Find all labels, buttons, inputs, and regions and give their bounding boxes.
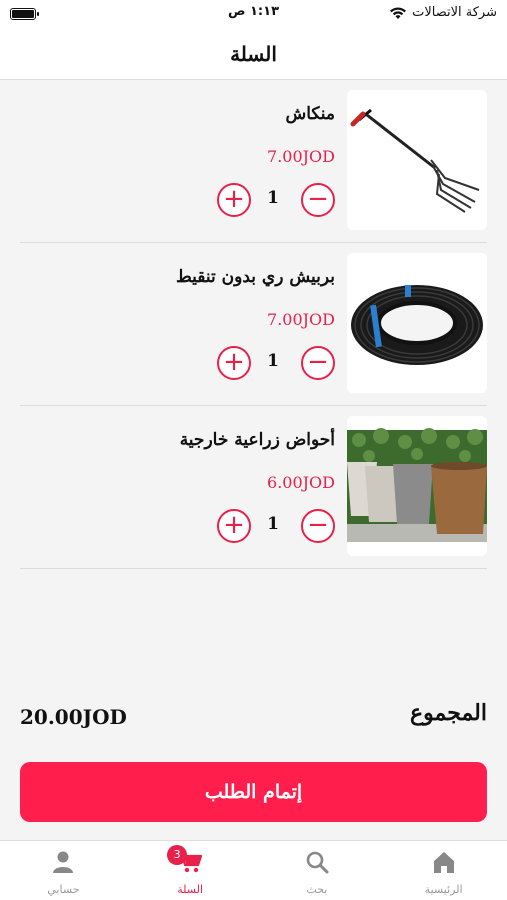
page-title: السلة [230,41,277,66]
product-name: بربيش ري بدون تنقيط [176,267,335,287]
status-bar: ١:١٣ ص شركة الاتصالات [0,0,507,28]
decrease-quantity-button[interactable]: − [301,183,335,217]
hose-coil-image [347,253,487,393]
tab-search[interactable]: بحث [254,841,381,900]
cart-list: منكاش 7.00JOD − 1 + بربيش ري بدون تنقيط … [0,80,507,569]
wifi-icon [390,7,406,19]
home-icon [433,852,454,873]
search-icon [306,851,329,874]
total-label: المجموع [410,700,487,726]
garden-fork-image [347,90,487,230]
tab-label: السلة [177,883,203,896]
cart-item: أحواض زراعية خارجية 6.00JOD − 1 + [20,406,487,569]
tab-cart[interactable]: 3 السلة [127,841,254,900]
product-price: 6.00JOD [267,473,335,492]
total-value: 20.00JOD [20,705,127,729]
status-time: ١:١٣ ص [227,4,280,19]
increase-quantity-button[interactable]: + [217,509,251,543]
product-name: أحواض زراعية خارجية [179,430,335,450]
quantity-value: 1 [267,188,279,208]
increase-quantity-button[interactable]: + [217,183,251,217]
planter-pots-image [347,416,487,556]
nav-bar: السلة [0,28,507,80]
battery-icon [10,8,39,20]
tab-label: حسابي [47,883,80,896]
quantity-stepper: − 1 + [215,183,335,217]
quantity-value: 1 [267,514,279,534]
checkout-button[interactable]: إتمام الطلب [20,762,487,822]
tab-home[interactable]: الرئيسية [380,841,507,900]
product-name: منكاش [285,104,335,124]
increase-quantity-button[interactable]: + [217,346,251,380]
product-price: 7.00JOD [267,147,335,166]
cart-item: منكاش 7.00JOD − 1 + [20,80,487,243]
quantity-value: 1 [267,351,279,371]
tab-bar: حسابي 3 السلة بحث الرئيسية [0,840,507,900]
person-icon [53,851,74,873]
product-image[interactable] [347,253,487,393]
product-image[interactable] [347,416,487,556]
decrease-quantity-button[interactable]: − [301,346,335,380]
tab-account[interactable]: حسابي [0,841,127,900]
product-price: 7.00JOD [267,310,335,329]
carrier-name: شركة الاتصالات [412,5,497,20]
quantity-stepper: − 1 + [215,509,335,543]
quantity-stepper: − 1 + [215,346,335,380]
cart-item: بربيش ري بدون تنقيط 7.00JOD − 1 + [20,243,487,406]
tab-label: بحث [306,883,328,896]
tab-label: الرئيسية [424,883,463,896]
cart-count-badge: 3 [167,845,188,865]
decrease-quantity-button[interactable]: − [301,509,335,543]
product-image[interactable] [347,90,487,230]
